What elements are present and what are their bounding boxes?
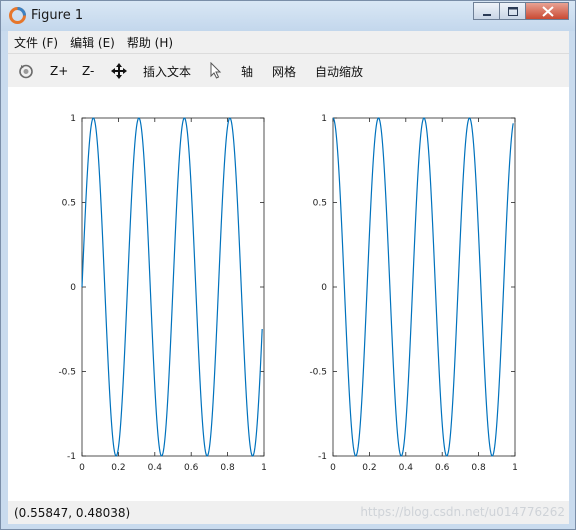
cursor-arrow-icon — [210, 62, 222, 79]
pan-button[interactable] — [110, 54, 128, 88]
menu-help[interactable]: 帮助 (H) — [127, 34, 173, 51]
plot-2-y-tick-label: 1 — [321, 114, 327, 124]
maximize-button[interactable] — [499, 2, 525, 20]
plot-1-y-tick-label: 0.5 — [62, 199, 76, 209]
menu-bar: 文件 (F) 编辑 (E) 帮助 (H) — [8, 31, 569, 53]
title-bar[interactable]: Figure 1 — [1, 1, 575, 31]
figure-window: Figure 1 文件 (F) 编辑 (E) 帮助 (H) Z+ Z- 插入文本… — [0, 0, 576, 530]
plot-1-x-tick-label: 0.8 — [220, 463, 235, 473]
status-bar: (0.55847, 0.48038) https://blog.csdn.net… — [8, 501, 569, 524]
plot-1-x-tick-label: 0.4 — [148, 463, 163, 473]
cursor-coordinates: (0.55847, 0.48038) — [14, 506, 131, 520]
plot-2-x-tick-label: 0.4 — [399, 463, 414, 473]
plot-2-y-tick-label: 0.5 — [313, 199, 327, 209]
plot-2-y-tick-label: -0.5 — [309, 368, 327, 378]
zoom-out-button[interactable]: Z- — [82, 54, 94, 88]
plot-2-x-tick-label: 0 — [330, 463, 336, 473]
menu-file[interactable]: 文件 (F) — [14, 34, 58, 51]
plot-2-y-tick-label: 0 — [321, 283, 327, 293]
grid-label: 网格 — [272, 64, 297, 79]
plot-2-x-tick-label: 1 — [512, 463, 518, 473]
rotate-icon — [19, 64, 33, 79]
plot-2-x-tick-label: 0.2 — [362, 463, 376, 473]
window-title: Figure 1 — [31, 8, 84, 23]
watermark-text: https://blog.csdn.net/u014776262 — [360, 505, 565, 519]
octave-app-icon — [9, 7, 26, 24]
plot-1-x-tick-label: 0.6 — [184, 463, 199, 473]
plot-1-x-tick-label: 0 — [79, 463, 85, 473]
zoom-in-label: Z+ — [50, 64, 69, 78]
grid-button[interactable]: 网格 — [272, 54, 296, 88]
plot-1-x-tick-label: 1 — [261, 463, 267, 473]
plot-2-y-tick-label: -1 — [318, 452, 327, 462]
figure-canvas[interactable]: 0 0.2 0.4 0.6 0.8 1 1 0.5 0 -0.5 -1 0 0.2 0.4 0.6 0.8 1 1… — [8, 87, 569, 501]
plot-1-y-tick-label: 0 — [70, 283, 76, 293]
minimize-icon — [483, 14, 491, 16]
maximize-icon — [508, 7, 518, 16]
rotate-button[interactable] — [18, 54, 34, 88]
pan-arrows-icon — [111, 63, 127, 79]
window-controls — [473, 2, 569, 21]
autoscale-button[interactable]: 自动缩放 — [315, 54, 363, 88]
close-button[interactable] — [525, 2, 569, 20]
select-button[interactable] — [210, 54, 222, 88]
insert-text-label: 插入文本 — [143, 64, 192, 79]
autoscale-label: 自动缩放 — [315, 64, 364, 79]
zoom-out-label: Z- — [82, 64, 95, 78]
close-icon — [542, 6, 554, 17]
plots-svg[interactable]: 0 0.2 0.4 0.6 0.8 110.50-0.5-10 0.2 0.4 0.6 0.8 11… — [8, 87, 569, 501]
plot-1-y-tick-label: -1 — [67, 452, 76, 462]
toolbar: Z+ Z- 插入文本 轴 网格 自动缩放 — [8, 53, 569, 87]
plot-2-x-tick-label: 0.8 — [471, 463, 486, 473]
minimize-button[interactable] — [473, 2, 499, 20]
plot-2-x-tick-label: 0.6 — [435, 463, 450, 473]
axis-label: 轴 — [241, 64, 254, 79]
plot-1-y-tick-label: -0.5 — [58, 368, 76, 378]
menu-edit[interactable]: 编辑 (E) — [70, 34, 115, 51]
plot-2-axes-box — [332, 117, 516, 457]
plot-1-x-tick-label: 0.2 — [111, 463, 125, 473]
insert-text-button[interactable]: 插入文本 — [143, 54, 191, 88]
plot-1-y-tick-label: 1 — [70, 114, 76, 124]
zoom-in-button[interactable]: Z+ — [50, 54, 68, 88]
axis-button[interactable]: 轴 — [241, 54, 253, 88]
